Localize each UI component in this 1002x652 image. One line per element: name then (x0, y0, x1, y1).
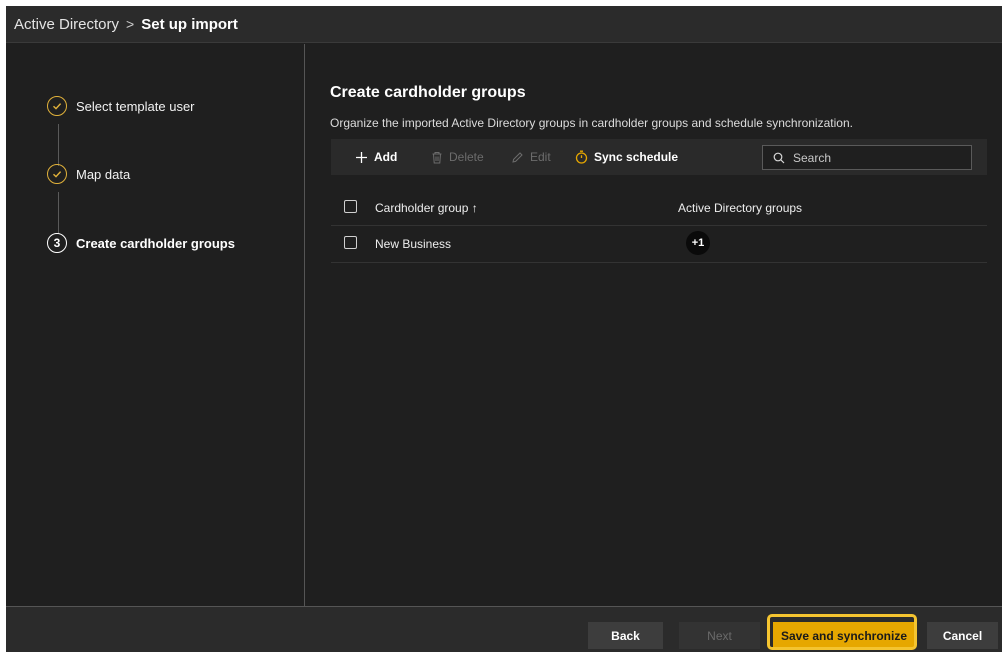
row-checkbox[interactable] (344, 236, 357, 249)
setup-import-window: Active Directory > Set up import Select … (6, 6, 1002, 652)
column-header-cardholder-group[interactable]: Cardholder group ↑ (375, 201, 478, 215)
breadcrumb-separator: > (126, 16, 135, 32)
back-button[interactable]: Back (588, 622, 663, 649)
sync-schedule-label: Sync schedule (594, 150, 679, 164)
search-box (762, 145, 972, 170)
ad-groups-count-badge[interactable]: +1 (686, 231, 710, 255)
delete-button-label: Delete (449, 150, 484, 164)
search-input[interactable] (791, 149, 965, 166)
table-row[interactable]: New Business +1 (331, 226, 987, 263)
delete-button[interactable]: Delete (431, 139, 484, 175)
table-header-row: Cardholder group ↑ Active Directory grou… (331, 190, 987, 226)
page-description: Organize the imported Active Directory g… (330, 116, 853, 130)
page-title: Create cardholder groups (330, 84, 526, 101)
edit-button-label: Edit (530, 150, 551, 164)
check-icon (47, 96, 67, 116)
breadcrumb: Active Directory > Set up import (6, 6, 1002, 43)
sync-schedule-button[interactable]: Sync schedule (575, 139, 678, 175)
step-label: Map data (76, 166, 131, 182)
plus-icon (356, 151, 367, 163)
column-header-ad-groups[interactable]: Active Directory groups (678, 201, 802, 215)
trash-icon (432, 151, 442, 163)
add-button-label: Add (374, 150, 398, 164)
check-icon (47, 164, 67, 184)
pencil-icon (512, 151, 523, 163)
main-content: Create cardholder groups Organize the im… (305, 44, 1002, 606)
next-button[interactable]: Next (679, 622, 760, 649)
toolbar: Add Delete Edit Sync schedule (331, 139, 987, 175)
save-and-synchronize-button[interactable]: Save and synchronize (773, 622, 915, 649)
select-all-checkbox[interactable] (344, 200, 357, 213)
footer-bar: Back Next Save and synchronize Cancel (6, 606, 1002, 652)
cardholder-groups-table: Cardholder group ↑ Active Directory grou… (331, 190, 987, 263)
page-heading: Set up import (141, 15, 238, 33)
edit-button[interactable]: Edit (511, 139, 551, 175)
cancel-button[interactable]: Cancel (927, 622, 998, 649)
step-select-template-user[interactable]: Select template user (47, 96, 195, 116)
cardholder-group-name: New Business (375, 237, 452, 251)
step-label: Select template user (76, 98, 195, 114)
breadcrumb-root-link[interactable]: Active Directory (14, 16, 119, 33)
step-create-cardholder-groups[interactable]: 3 Create cardholder groups (47, 233, 235, 253)
step-connector (58, 124, 59, 166)
step-label: Create cardholder groups (76, 235, 235, 251)
stopwatch-icon (575, 150, 588, 164)
search-icon (773, 152, 785, 163)
step-connector (58, 192, 59, 234)
step-number: 3 (47, 233, 67, 253)
add-button[interactable]: Add (355, 139, 397, 175)
wizard-stepper: Select template user Map data 3 Create c… (6, 44, 305, 606)
step-map-data[interactable]: Map data (47, 164, 130, 184)
